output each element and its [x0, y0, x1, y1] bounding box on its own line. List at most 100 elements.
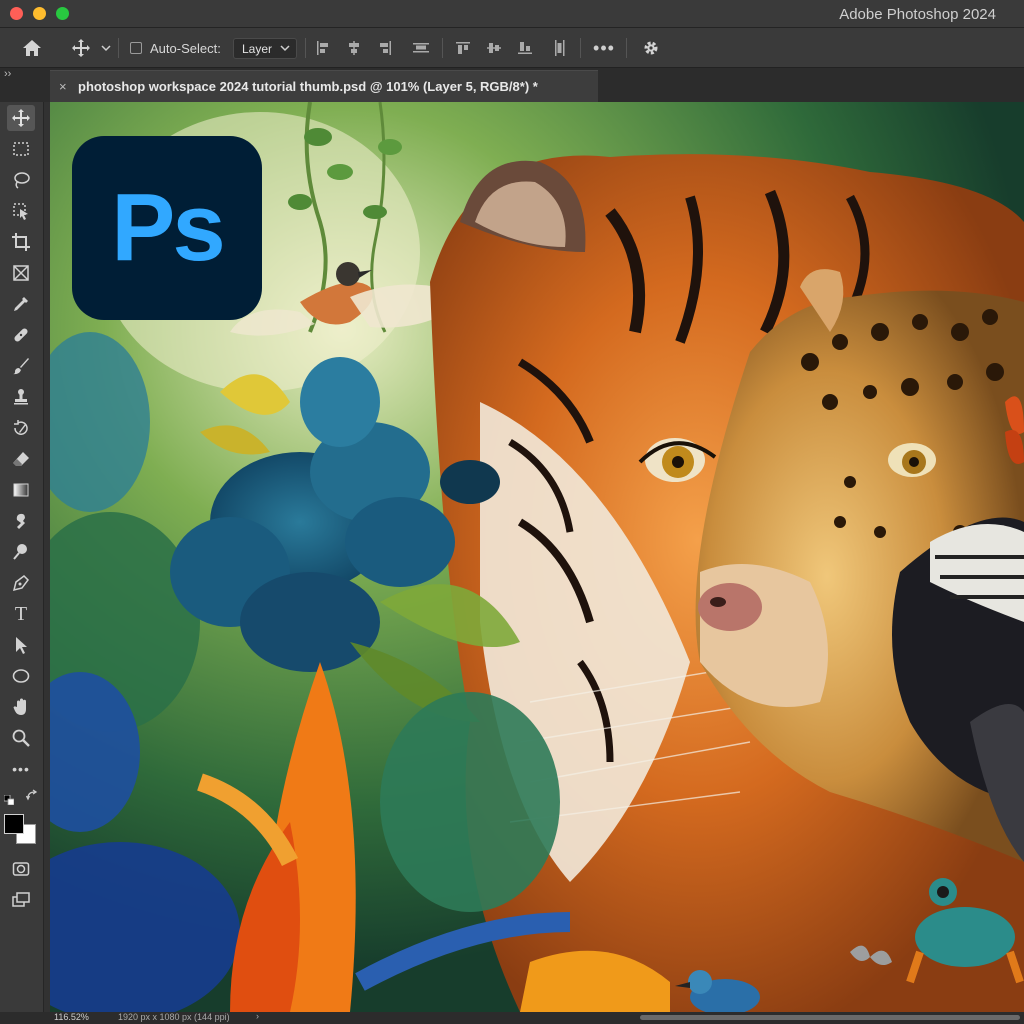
- app-title: Adobe Photoshop 2024: [839, 6, 996, 23]
- home-button[interactable]: [18, 28, 46, 68]
- rectangular-marquee-tool[interactable]: [7, 136, 35, 162]
- object-selection-tool[interactable]: [7, 198, 35, 224]
- bandage-icon: [14, 328, 28, 342]
- vine-leaf: [288, 194, 312, 210]
- home-icon: [23, 40, 41, 56]
- gradient-tool[interactable]: [7, 477, 35, 503]
- stamp-icon: [14, 389, 28, 405]
- path-selection-tool[interactable]: [7, 632, 35, 658]
- vine-leaf: [378, 139, 402, 155]
- quick-mask-mode-button[interactable]: [7, 856, 35, 882]
- align-right-icon: [380, 41, 391, 55]
- screen-mode-button[interactable]: [7, 887, 35, 913]
- align-bottom-edges-button[interactable]: [514, 28, 536, 68]
- history-brush-icon: [14, 420, 28, 435]
- align-middle-icon: [487, 43, 501, 53]
- auto-select-target-dropdown[interactable]: Layer: [233, 38, 297, 59]
- type-tool[interactable]: T: [7, 601, 35, 627]
- lasso-icon: [14, 172, 30, 189]
- move-icon: [12, 109, 30, 127]
- document-tab[interactable]: × photoshop workspace 2024 tutorial thum…: [50, 70, 598, 102]
- more-options-button[interactable]: •••: [592, 28, 616, 68]
- photoshop-logo: Ps: [72, 136, 262, 320]
- eraser-tool[interactable]: [7, 446, 35, 472]
- smudge-icon: [16, 513, 25, 529]
- crop-tool[interactable]: [7, 229, 35, 255]
- eyedropper-tool[interactable]: [7, 291, 35, 317]
- align-right-edges-button[interactable]: [374, 28, 396, 68]
- distribute-vertical-button[interactable]: [549, 28, 571, 68]
- swap-colors-icon[interactable]: [25, 789, 38, 804]
- frame-icon: [13, 265, 29, 281]
- chevron-down-icon: [280, 42, 290, 57]
- align-left-icon: [317, 41, 328, 55]
- ellipse-tool[interactable]: [7, 663, 35, 689]
- clone-stamp-tool[interactable]: [7, 384, 35, 410]
- eyedropper-icon: [14, 297, 28, 311]
- distribute-horizontal-button[interactable]: [410, 28, 432, 68]
- move-icon: [72, 39, 90, 57]
- zoom-level[interactable]: 116.52%: [54, 1012, 89, 1022]
- minimize-window-button[interactable]: [33, 7, 46, 20]
- arrow-cursor-icon: [16, 637, 27, 654]
- align-left-edges-button[interactable]: [312, 28, 334, 68]
- title-bar: Adobe Photoshop 2024: [0, 0, 1024, 28]
- document-tab-label: photoshop workspace 2024 tutorial thumb.…: [78, 79, 538, 94]
- brush-icon: [13, 358, 29, 375]
- spot-healing-brush-tool[interactable]: [7, 322, 35, 348]
- ellipse-icon: [12, 669, 30, 683]
- align-top-edges-button[interactable]: [452, 28, 474, 68]
- settings-button[interactable]: [640, 28, 662, 68]
- zoom-tool[interactable]: [7, 725, 35, 751]
- vine-leaf: [304, 128, 332, 146]
- history-brush-tool[interactable]: [7, 415, 35, 441]
- align-center-icon: [349, 41, 359, 55]
- object-selection-icon: [13, 203, 28, 220]
- align-vertical-centers-button[interactable]: [483, 28, 505, 68]
- divider: [626, 38, 627, 58]
- zoom-icon: [12, 729, 30, 747]
- divider: [442, 38, 443, 58]
- align-bottom-icon: [518, 42, 532, 54]
- move-tool[interactable]: [7, 105, 35, 131]
- status-info-menu-arrow[interactable]: ›: [256, 1011, 259, 1021]
- close-window-button[interactable]: [10, 7, 23, 20]
- auto-select-target-value: Layer: [242, 41, 273, 56]
- document-canvas[interactable]: Ps: [50, 102, 1024, 1012]
- status-bar: 116.52% 1920 px x 1080 px (144 ppi) ›: [0, 1011, 1024, 1024]
- divider: [305, 38, 306, 58]
- default-colors-icon[interactable]: [3, 792, 15, 806]
- distribute-vertical-icon: [555, 40, 565, 56]
- divider: [580, 38, 581, 58]
- gear-icon: [644, 41, 658, 55]
- tools-panel: T •••: [0, 102, 44, 1012]
- auto-select-checkbox[interactable]: [130, 42, 142, 54]
- options-bar: Auto-Select: Layer •••: [0, 28, 1024, 68]
- horizontal-scrollbar[interactable]: [640, 1015, 1020, 1020]
- hand-tool[interactable]: [7, 694, 35, 720]
- chevron-down-icon[interactable]: [98, 28, 114, 68]
- screen-mode-icon: [12, 892, 30, 907]
- gradient-icon: [13, 483, 29, 497]
- vine-leaf: [363, 205, 387, 219]
- lasso-tool[interactable]: [7, 167, 35, 193]
- collapse-panels-button[interactable]: ››: [4, 68, 11, 80]
- pen-tool[interactable]: [7, 570, 35, 596]
- auto-select-label: Auto-Select:: [150, 40, 221, 56]
- move-tool-preset-button[interactable]: [66, 28, 96, 68]
- foreground-color-swatch[interactable]: [4, 814, 24, 834]
- zoom-window-button[interactable]: [56, 7, 69, 20]
- pen-icon: [12, 575, 29, 592]
- divider: [118, 38, 119, 58]
- document-size-info: 1920 px x 1080 px (144 ppi): [118, 1012, 230, 1022]
- crop-icon: [12, 233, 30, 251]
- frame-tool[interactable]: [7, 260, 35, 286]
- brush-tool[interactable]: [7, 353, 35, 379]
- hand-icon: [13, 698, 26, 715]
- vine-leaf: [327, 164, 353, 180]
- align-horizontal-centers-button[interactable]: [343, 28, 365, 68]
- smudge-tool[interactable]: [7, 508, 35, 534]
- more-tools-button[interactable]: •••: [7, 756, 35, 782]
- dodge-tool[interactable]: [7, 539, 35, 565]
- close-tab-icon[interactable]: ×: [59, 79, 67, 94]
